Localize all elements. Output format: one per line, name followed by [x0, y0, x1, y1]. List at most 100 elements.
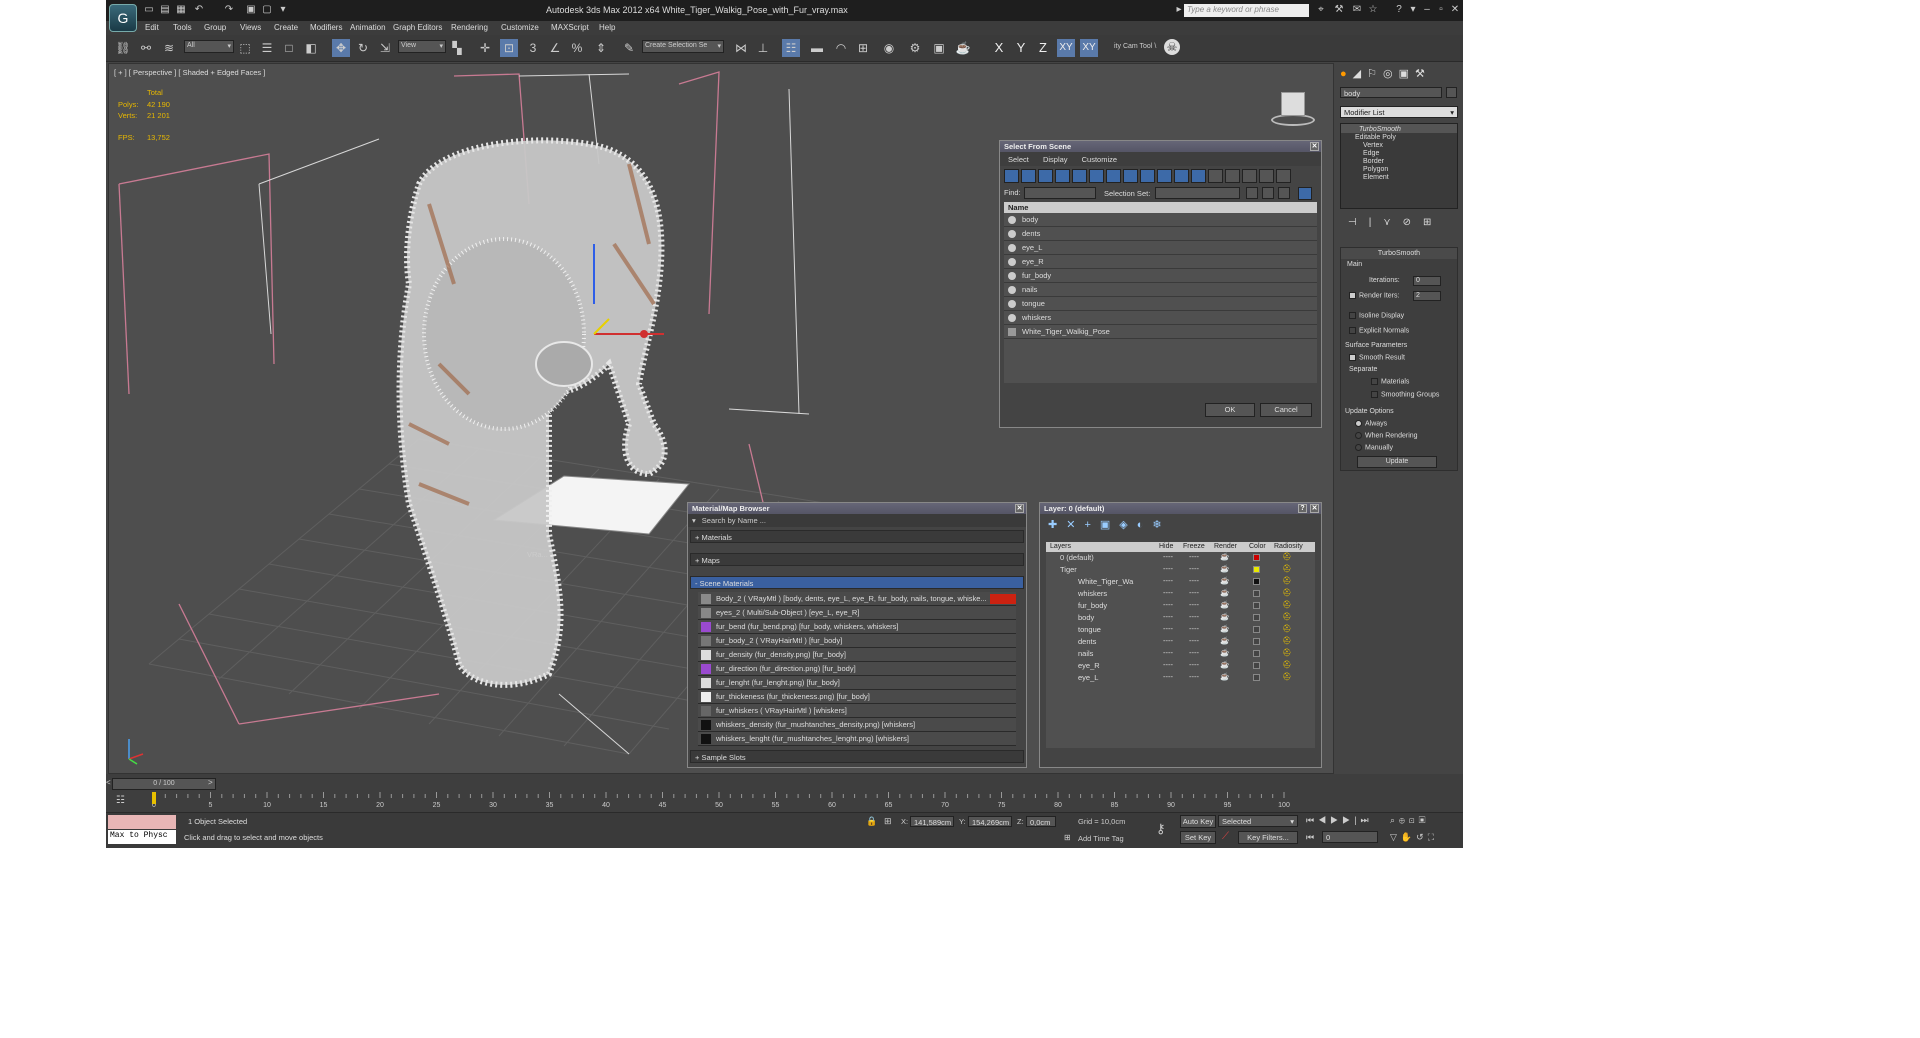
chevron-down-icon[interactable]: ▾	[692, 516, 696, 525]
rollout-title[interactable]: TurboSmooth	[1341, 248, 1457, 259]
key-filters-button[interactable]: Key Filters...	[1238, 831, 1298, 844]
layer-row[interactable]: whiskers ---- ---- ☕ ⛑	[1046, 588, 1315, 600]
modifier-list-dropdown[interactable]: Modifier List ▾	[1340, 106, 1458, 118]
display-helpers-icon[interactable]	[1072, 169, 1087, 183]
viewcube-icon[interactable]	[1267, 88, 1319, 128]
display-bones-icon[interactable]	[1140, 169, 1155, 183]
menu-views[interactable]: Views	[240, 23, 261, 32]
object-color-swatch[interactable]	[1446, 87, 1457, 98]
zoom-extents-icon[interactable]: ⊡	[1409, 815, 1419, 825]
list-item[interactable]: fur_body	[1004, 269, 1317, 283]
time-tag-icon[interactable]: ⊞	[1064, 833, 1071, 842]
radiosity-icon[interactable]: ⛑	[1282, 564, 1292, 573]
freeze-toggle[interactable]: ----	[1189, 648, 1199, 657]
menu-modifiers[interactable]: Modifiers	[310, 23, 342, 32]
pan-icon[interactable]: ✋	[1401, 832, 1416, 842]
ok-button[interactable]: OK	[1205, 403, 1255, 417]
freeze-toggle[interactable]: ----	[1189, 672, 1199, 681]
window-crossing-icon[interactable]: ◧	[302, 39, 320, 57]
close-icon[interactable]: ✕	[1310, 142, 1319, 151]
material-editor-icon[interactable]: ◉	[880, 39, 898, 57]
pivot-center-icon[interactable]: ▚	[448, 39, 466, 57]
select-object-icon[interactable]: ⬚	[236, 39, 254, 57]
zoom-all-icon[interactable]: ⊕	[1399, 815, 1409, 825]
hide-toggle[interactable]: ----	[1163, 648, 1173, 657]
freeze-all-icon[interactable]: ❄	[1152, 519, 1170, 531]
render-iters-checkbox[interactable]: Render Iters:	[1349, 292, 1399, 299]
display-geometry-icon[interactable]	[1004, 169, 1019, 183]
layer-color-swatch[interactable]	[1253, 590, 1260, 597]
sync-selection-icon[interactable]	[1298, 187, 1312, 200]
layer-row[interactable]: eye_L ---- ---- ☕ ⛑	[1046, 672, 1315, 684]
mini-curve-editor-icon[interactable]: ☷	[116, 795, 130, 807]
select-in-layer-icon[interactable]: ▣	[1100, 519, 1119, 531]
rect-selection-icon[interactable]: □	[280, 39, 298, 57]
list-item[interactable]: tongue	[1004, 297, 1317, 311]
close-icon[interactable]: ✕	[1448, 3, 1462, 17]
orbit-icon[interactable]: ↺	[1416, 832, 1428, 842]
stack-turbosmooth[interactable]: TurboSmooth	[1341, 124, 1457, 133]
edit-named-selection-icon[interactable]: ✎	[620, 39, 638, 57]
binoculars-icon[interactable]: ⌖	[1314, 3, 1328, 17]
menu-maxscript[interactable]: MAXScript	[551, 23, 589, 32]
link-icon[interactable]: ⛓	[114, 39, 132, 57]
find-input[interactable]	[1024, 187, 1096, 199]
go-to-end-icon[interactable]: ⏭	[1361, 815, 1373, 825]
list-item[interactable]: eye_L	[1004, 241, 1317, 255]
freeze-toggle[interactable]: ----	[1189, 576, 1199, 585]
render-teapot-icon[interactable]: ☕	[1220, 552, 1229, 561]
display-frozen-icon[interactable]	[1174, 169, 1189, 183]
smooth-result-checkbox[interactable]: Smooth Result	[1349, 354, 1405, 361]
maxscript-listener-red[interactable]	[108, 815, 176, 829]
col-render[interactable]: Render	[1214, 543, 1237, 550]
keyboard-shortcut-override-icon[interactable]: ⊡	[500, 39, 518, 57]
radiosity-icon[interactable]: ⛑	[1282, 576, 1292, 585]
layer-row[interactable]: tongue ---- ---- ☕ ⛑	[1046, 624, 1315, 636]
hide-toggle[interactable]: ----	[1163, 624, 1173, 633]
redo-icon[interactable]: ↷	[222, 3, 236, 17]
layer-color-swatch[interactable]	[1253, 662, 1260, 669]
fetch-icon[interactable]: ▢	[260, 3, 274, 17]
render-teapot-icon[interactable]: ☕	[1220, 624, 1229, 633]
col-color[interactable]: Color	[1249, 543, 1266, 550]
hold-icon[interactable]: ▣	[244, 3, 258, 17]
schematic-view-icon[interactable]: ⊞	[854, 39, 872, 57]
selection-set-icon-2[interactable]	[1262, 187, 1274, 199]
render-teapot-icon[interactable]: ☕	[1220, 660, 1229, 669]
select-none-icon[interactable]	[1225, 169, 1240, 183]
hierarchy-tab-icon[interactable]: ⚐	[1367, 68, 1383, 80]
restore-icon[interactable]: ▫	[1434, 3, 1448, 17]
select-all-icon[interactable]	[1208, 169, 1223, 183]
object-name-field[interactable]: body	[1340, 87, 1442, 98]
display-xrefs-icon[interactable]	[1123, 169, 1138, 183]
list-item[interactable]: whiskers_density (fur_mushtanches_densit…	[698, 718, 1016, 732]
lock-selection-icon[interactable]: 🔒	[866, 816, 877, 827]
configure-modifier-sets-icon[interactable]: ⊞	[1423, 217, 1443, 228]
menu-tools[interactable]: Tools	[173, 23, 192, 32]
display-cameras-icon[interactable]	[1055, 169, 1070, 183]
render-setup-icon[interactable]: ⚙	[906, 39, 924, 57]
freeze-toggle[interactable]: ----	[1189, 660, 1199, 669]
layer-color-swatch[interactable]	[1253, 614, 1260, 621]
open-icon[interactable]: ▤	[158, 3, 172, 17]
selection-set-icon-3[interactable]	[1278, 187, 1290, 199]
freeze-toggle[interactable]: ----	[1189, 624, 1199, 633]
subscription-icon[interactable]: ⚒	[1332, 3, 1346, 17]
scene-materials-section[interactable]: - Scene Materials	[690, 576, 1024, 589]
hide-toggle[interactable]: ----	[1163, 576, 1173, 585]
reference-coordinate-dropdown[interactable]: View ▾	[398, 40, 446, 53]
restrict-plane-cycle-button[interactable]: XY	[1080, 39, 1098, 57]
render-teapot-icon[interactable]: ☕	[1220, 564, 1229, 573]
help-dropdown-icon[interactable]: ▾	[1406, 3, 1420, 17]
save-icon[interactable]: ▦	[174, 3, 188, 17]
radiosity-icon[interactable]: ⛑	[1282, 552, 1292, 561]
freeze-toggle[interactable]: ----	[1189, 552, 1199, 561]
radiosity-icon[interactable]: ⛑	[1282, 636, 1292, 645]
show-end-result-icon[interactable]: |	[1369, 217, 1384, 228]
hide-toggle[interactable]: ----	[1163, 636, 1173, 645]
percent-snap-icon[interactable]: %	[568, 39, 586, 57]
z-coordinate-field[interactable]: 0,0cm	[1026, 816, 1056, 827]
highlight-layer-icon[interactable]: ◈	[1119, 519, 1136, 531]
manipulate-icon[interactable]: ✛	[476, 39, 494, 57]
close-icon[interactable]: ✕	[1015, 504, 1024, 513]
